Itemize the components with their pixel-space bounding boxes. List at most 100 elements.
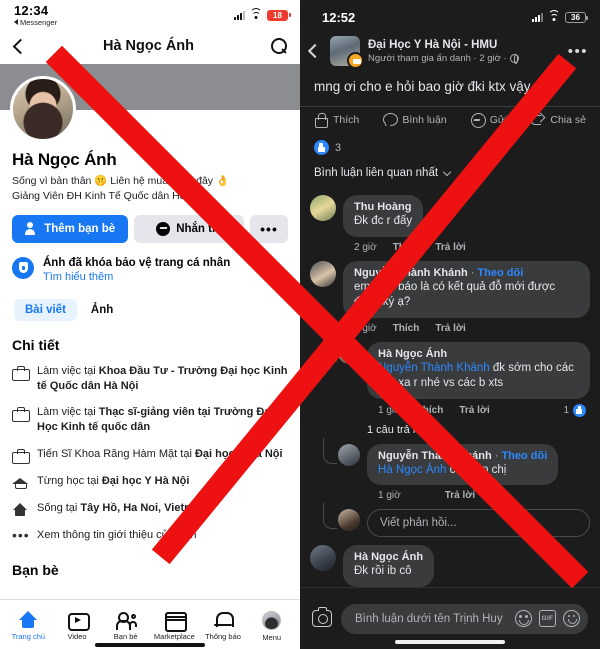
comment-action[interactable]: Bình luận <box>383 113 447 127</box>
detail-text: Làm việc tại Khoa Đầu Tư - Trường Đại họ… <box>37 364 288 392</box>
comment-meta: 2 giờ Thích Trả lời <box>343 237 590 253</box>
avatar[interactable] <box>338 443 360 466</box>
avatar[interactable] <box>310 545 336 572</box>
comment-sort-selector[interactable]: Bình luận liên quan nhất <box>300 157 600 185</box>
comment-meta: 1 giờ Thích Trả lời 1 <box>367 399 590 417</box>
gif-icon[interactable]: GIF <box>539 610 556 627</box>
sticker-icon[interactable] <box>515 610 532 627</box>
page-title: Hà Ngọc Ánh <box>102 38 195 54</box>
mention-link[interactable]: Nguyễn Thành Khánh <box>378 362 490 374</box>
comment-reply-button[interactable]: Trả lời <box>459 405 489 416</box>
like-action[interactable]: Thích <box>314 113 359 129</box>
comment-author[interactable]: Hà Ngọc Ánh <box>378 348 579 360</box>
detail-text: Làm việc tại Thạc sĩ-giảng viên tại Trườ… <box>37 406 274 434</box>
status-left: 12:34 Messenger <box>14 4 57 26</box>
tab-menu[interactable]: Menu <box>247 610 296 642</box>
comment-author[interactable]: Hà Ngọc Ánh <box>354 551 423 563</box>
comment-bubble: Nguyễn Thành Khánh · Theo dõi Hà Ngọc Án… <box>367 443 559 486</box>
tab-video[interactable]: Video <box>53 611 102 641</box>
avatar[interactable] <box>338 341 360 364</box>
back-button[interactable] <box>307 43 323 59</box>
messenger-icon <box>470 113 486 129</box>
home-indicator <box>395 640 505 644</box>
home-icon <box>12 502 28 517</box>
tab-home[interactable]: Trang chủ <box>4 611 53 641</box>
globe-icon <box>509 53 519 64</box>
comment-like-count: 1 <box>563 404 569 416</box>
post-menu-button[interactable]: ••• <box>568 43 588 60</box>
detail-row[interactable]: Từng học tại Đại học Y Hà Nội <box>12 474 288 490</box>
mention-link[interactable]: Hà Ngọc Ánh <box>378 464 446 476</box>
group-badge-icon <box>347 52 364 69</box>
detail-row[interactable]: Làm việc tại Khoa Đầu Tư - Trường Đại họ… <box>12 364 288 394</box>
detail-row-see-more[interactable]: ••• Xem thông tin giới thiệu của Ánh <box>12 528 288 544</box>
detail-row[interactable]: Sống tại Tây Hồ, Ha Noi, Vietnam <box>12 501 288 517</box>
group-name[interactable]: Đại Học Y Hà Nội - HMU <box>368 39 560 51</box>
reply-input[interactable]: Viết phản hồi... <box>367 509 590 538</box>
right-status-bar: 12:52 36 <box>300 0 600 30</box>
share-action[interactable]: Chia sẻ <box>531 113 586 127</box>
learn-more-link[interactable]: Tìm hiểu thêm <box>43 271 230 283</box>
comment-bubble: Hà Ngọc Ánh Đk rồi ib cô <box>343 545 435 587</box>
right-phone-panel: 12:52 36 Đại Học Y Hà Nội - HMU Người th… <box>300 0 600 649</box>
comment-like-button[interactable]: Thích <box>393 323 420 334</box>
follow-link[interactable]: Theo dõi <box>501 450 547 462</box>
comment-list: Thu Hoàng Đk đc r đấy 2 giờ Thích Trả lờ… <box>300 185 600 603</box>
tab-notifications[interactable]: Thông báo <box>199 611 248 641</box>
detail-row[interactable]: Làm việc tại Thạc sĩ-giảng viên tại Trườ… <box>12 405 288 435</box>
reaction-summary[interactable]: 3 <box>300 133 600 157</box>
comment-item: Thu Hoàng Đk đc r đấy 2 giờ Thích Trả lờ… <box>310 195 590 253</box>
detail-row[interactable]: Tiến Sĩ Khoa Răng Hàm Mặt tại Đại học Y … <box>12 447 288 464</box>
camera-icon[interactable] <box>312 606 332 627</box>
emoji-icon[interactable] <box>563 610 580 627</box>
comment-author[interactable]: Nguyễn Thành Khánh · Theo dõi <box>354 267 579 279</box>
comment-author[interactable]: Thu Hoàng <box>354 201 412 213</box>
add-friend-button[interactable]: Thêm bạn bè <box>12 214 129 243</box>
briefcase-icon <box>12 365 30 381</box>
tab-posts[interactable]: Bài viết <box>14 298 77 321</box>
comment-body: Nguyễn Thành Khánh · Theo dõi em thấy bá… <box>343 260 590 334</box>
follow-link[interactable]: Theo dõi <box>477 267 523 279</box>
profile-bio-line-1: Sống vì bản thân 🤫 Liên hệ mua ib tại đâ… <box>12 175 230 187</box>
share-label: Chia sẻ <box>550 114 586 127</box>
avatar[interactable] <box>338 509 360 532</box>
comment-icon <box>383 113 399 127</box>
more-options-button[interactable]: ••• <box>250 214 288 243</box>
comment-time: 1 giờ <box>378 404 401 416</box>
profile-avatar[interactable] <box>10 76 76 142</box>
comment-body: Nguyễn Thành Khánh · Theo dõi Hà Ngọc Án… <box>367 443 590 501</box>
comment-input[interactable]: Bình luận dưới tên Trịnh Huy <box>355 613 508 625</box>
shield-lock-icon <box>12 256 34 279</box>
share-icon <box>531 113 545 127</box>
comment-input-wrap[interactable]: Bình luận dưới tên Trịnh Huy GIF <box>341 603 588 634</box>
group-avatar[interactable] <box>330 36 364 69</box>
profile-name: Hà Ngọc Ánh <box>12 150 117 169</box>
tab-label: Video <box>67 632 87 641</box>
comment-body: Hà Ngọc Ánh Nguyễn Thành Khánh đk sớm ch… <box>367 341 590 436</box>
briefcase-icon <box>12 406 30 423</box>
comment-author[interactable]: Nguyễn Thành Khánh · Theo dõi <box>378 450 547 462</box>
status-time: 12:52 <box>322 9 356 25</box>
send-action[interactable]: Gửi <box>470 113 507 129</box>
tab-friends[interactable]: Bạn bè <box>101 611 150 641</box>
comment-reply-button[interactable]: Trả lời <box>435 323 465 334</box>
comment-reply-button[interactable]: Trả lời <box>445 490 475 501</box>
comment-text: Đk rồi ib cô <box>354 565 412 578</box>
wifi-icon <box>548 9 560 22</box>
comment-like-button[interactable]: Thích <box>393 242 420 253</box>
tab-photos[interactable]: Ảnh <box>91 304 113 316</box>
comment-like-button[interactable]: Thích <box>417 405 444 416</box>
tab-label: Marketplace <box>153 632 195 641</box>
view-more-replies-link[interactable]: 1 câu trả lời... <box>367 417 590 436</box>
avatar[interactable] <box>310 195 336 222</box>
comment-reply-button[interactable]: Trả lời <box>435 242 465 253</box>
left-nav-bar: Hà Ngọc Ánh <box>0 28 300 64</box>
message-button[interactable]: Nhắn tin <box>134 214 244 243</box>
search-icon[interactable] <box>271 37 288 55</box>
tab-marketplace[interactable]: Marketplace <box>150 611 199 641</box>
thread-connector <box>323 503 337 530</box>
comment-body: Thu Hoàng Đk đc r đấy 2 giờ Thích Trả lờ… <box>343 195 590 253</box>
back-triangle-icon <box>14 19 18 26</box>
avatar[interactable] <box>310 260 336 287</box>
tab-label: Bạn bè <box>113 632 138 641</box>
